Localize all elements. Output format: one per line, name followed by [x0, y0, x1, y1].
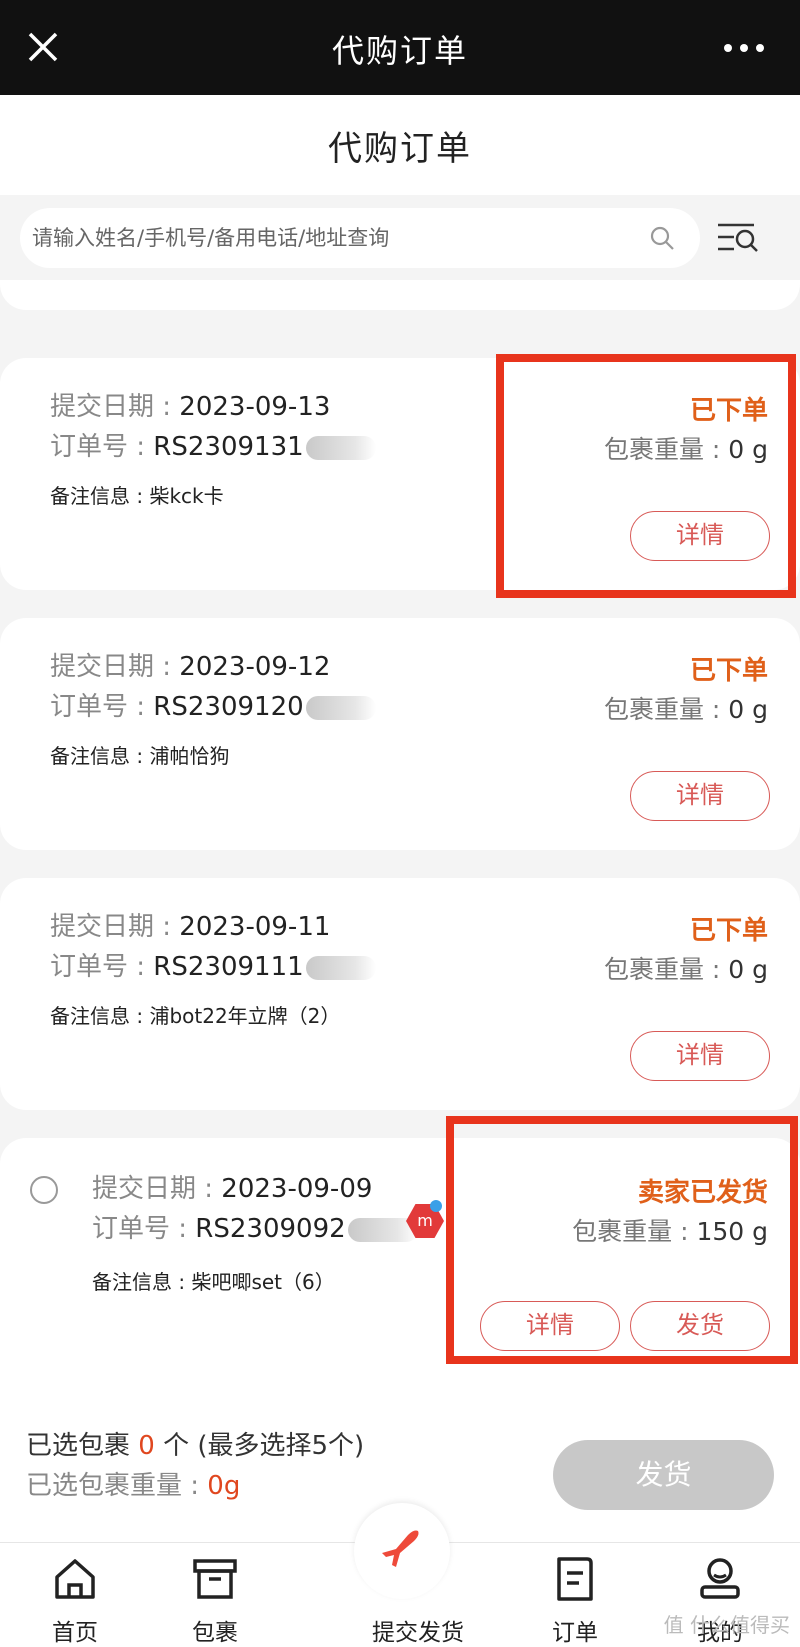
weight-value: 0 g — [728, 695, 768, 724]
date-label: 提交日期 : — [50, 912, 180, 942]
date-value: 2023-09-12 — [179, 652, 331, 682]
order-value: RS2309111 — [153, 952, 304, 982]
order-label: 订单号 : — [50, 432, 154, 462]
order-value: RS2309120 — [153, 692, 304, 722]
ship-submit-button[interactable]: 发货 — [553, 1440, 774, 1510]
tab-label: 首页 — [52, 1620, 98, 1646]
search-bar — [0, 195, 800, 280]
note-info: 备注信息 : 柴kck卡 — [50, 480, 224, 509]
order-number: 订单号 : RS2309092 — [92, 1208, 418, 1245]
highlight-box — [446, 1116, 798, 1364]
unread-dot — [430, 1200, 442, 1212]
order-card-partial: 详情 — [0, 280, 800, 310]
order-card: 提交日期 : 2023-09-12 订单号 : RS2309120 备注信息 :… — [0, 618, 800, 850]
redacted-blur — [305, 695, 376, 720]
home-icon — [55, 1559, 95, 1599]
order-status: 已下单 — [689, 916, 768, 946]
submit-date: 提交日期 : 2023-09-13 — [50, 386, 330, 423]
detail-button[interactable]: 详情 — [630, 1031, 770, 1081]
submit-date: 提交日期 : 2023-09-09 — [92, 1168, 372, 1205]
tab-label: 提交发货 — [372, 1620, 464, 1646]
note-label: 备注信息 : — [92, 1270, 192, 1294]
selected-prefix: 已选包裹 — [26, 1431, 139, 1461]
note-info: 备注信息 : 浦帕恰狗 — [50, 740, 229, 769]
date-label: 提交日期 : — [50, 392, 180, 422]
order-label: 订单号 : — [92, 1214, 196, 1244]
order-number: 订单号 : RS2309111 — [50, 946, 376, 983]
submit-date: 提交日期 : 2023-09-12 — [50, 646, 330, 683]
more-icon[interactable] — [724, 44, 764, 52]
box-icon — [193, 1559, 237, 1599]
detail-button[interactable]: 详情 — [630, 771, 770, 821]
weight-label: 包裹重量 : — [603, 955, 729, 984]
select-radio[interactable] — [30, 1176, 58, 1204]
date-value: 2023-09-09 — [221, 1174, 373, 1204]
selected-weight-text: 已选包裹重量 : 0g — [26, 1465, 240, 1502]
bottom-tab-bar: 首页 包裹 提交发货 订单 我的 值 什么值得买 — [0, 1503, 800, 1647]
weight-value: 0 g — [728, 955, 768, 984]
search-box — [20, 208, 700, 268]
order-number: 订单号 : RS2309131 — [50, 426, 376, 463]
selected-count: 0 — [138, 1431, 155, 1461]
tab-home[interactable]: 首页 — [15, 1543, 135, 1647]
tab-submit-shipping[interactable]: 提交发货 — [348, 1503, 468, 1647]
user-icon — [700, 1558, 740, 1599]
search-icon[interactable] — [648, 224, 676, 252]
selected-suffix: 个 (最多选择5个) — [154, 1431, 365, 1461]
order-value: RS2309092 — [195, 1214, 346, 1244]
date-label: 提交日期 : — [50, 652, 180, 682]
package-weight: 包裹重量 : 0 g — [604, 950, 768, 986]
search-input[interactable] — [32, 216, 632, 260]
watermark: 值 什么值得买 — [663, 1613, 790, 1637]
redacted-blur — [305, 435, 376, 460]
note-label: 备注信息 : — [50, 484, 150, 508]
date-value: 2023-09-11 — [179, 912, 331, 942]
weight-label: 包裹重量 : — [603, 695, 729, 724]
note-label: 备注信息 : — [50, 1004, 150, 1028]
order-list: 详情 提交日期 : 2023-09-13 订单号 : RS2309131 备注信… — [0, 280, 800, 1405]
tab-package[interactable]: 包裹 — [155, 1543, 275, 1647]
redacted-blur — [305, 955, 376, 980]
note-value: 柴吧唧set（6） — [191, 1270, 335, 1294]
note-info: 备注信息 : 浦bot22年立牌（2） — [50, 1000, 340, 1029]
submit-date: 提交日期 : 2023-09-11 — [50, 906, 330, 943]
order-value: RS2309131 — [153, 432, 304, 462]
plane-icon — [382, 1530, 419, 1567]
tab-orders[interactable]: 订单 — [515, 1543, 635, 1647]
order-status: 已下单 — [689, 656, 768, 686]
note-label: 备注信息 : — [50, 744, 150, 768]
order-label: 订单号 : — [50, 952, 154, 982]
selected-weight-label: 已选包裹重量 : — [26, 1471, 208, 1501]
selected-count-text: 已选包裹 0 个 (最多选择5个) — [26, 1425, 364, 1462]
note-value: 浦帕恰狗 — [149, 744, 230, 768]
date-label: 提交日期 : — [92, 1174, 222, 1204]
filter-search-icon[interactable] — [716, 217, 760, 257]
order-label: 订单号 : — [50, 692, 154, 722]
note-info: 备注信息 : 柴吧唧set（6） — [92, 1266, 335, 1295]
note-value: 浦bot22年立牌（2） — [149, 1004, 341, 1028]
selected-weight-value: 0g — [207, 1471, 241, 1501]
note-value: 柴kck卡 — [149, 484, 224, 508]
order-number: 订单号 : RS2309120 — [50, 686, 376, 723]
date-value: 2023-09-13 — [179, 392, 331, 422]
tab-label: 包裹 — [192, 1620, 238, 1646]
page-header: 代购订单 — [0, 95, 800, 195]
page-title: 代购订单 — [328, 129, 472, 169]
package-weight: 包裹重量 : 0 g — [604, 690, 768, 726]
app-titlebar: 代购订单 — [0, 0, 800, 95]
order-card: 提交日期 : 2023-09-11 订单号 : RS2309111 备注信息 :… — [0, 878, 800, 1110]
highlight-box — [496, 354, 796, 598]
document-icon — [557, 1557, 593, 1601]
app-title: 代购订单 — [331, 32, 468, 70]
tab-label: 订单 — [552, 1620, 598, 1646]
